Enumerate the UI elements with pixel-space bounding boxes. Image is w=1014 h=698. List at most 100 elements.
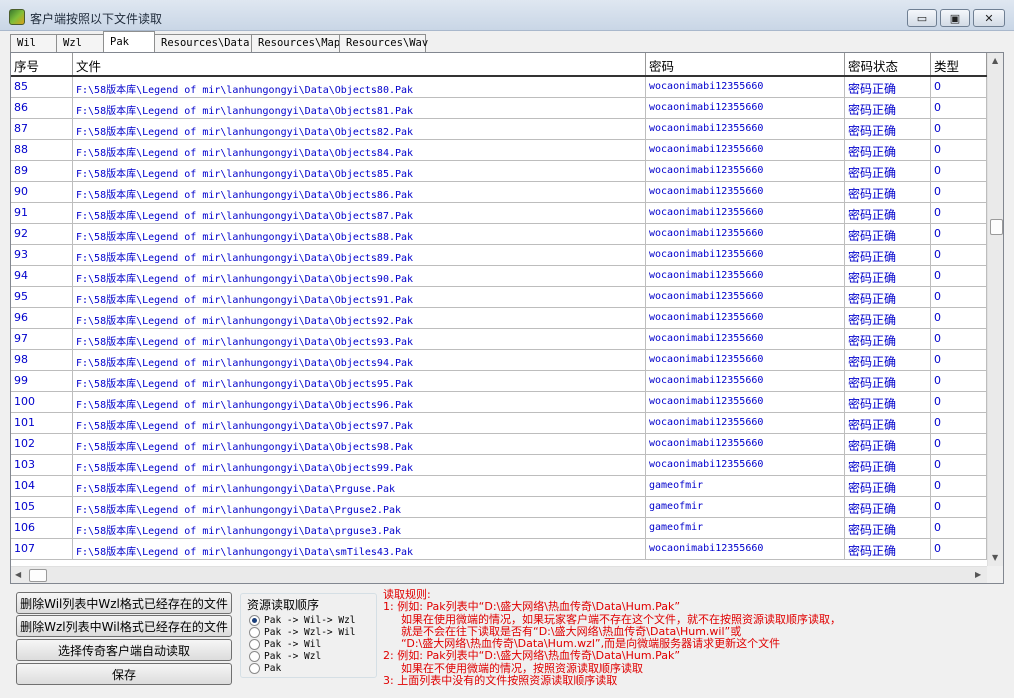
cell-index[interactable]: 106 bbox=[11, 518, 73, 538]
cell-file-path[interactable]: F:\58版本库\Legend of mir\lanhungongyi\Data… bbox=[73, 287, 646, 307]
cell-password-status[interactable]: 密码正确 bbox=[845, 182, 931, 202]
cell-password-status[interactable]: 密码正确 bbox=[845, 266, 931, 286]
table-row[interactable]: 87 F:\58版本库\Legend of mir\lanhungongyi\Da… bbox=[11, 119, 987, 140]
cell-type[interactable]: 0 bbox=[931, 98, 987, 118]
file-grid[interactable]: 序号 文件 密码 密码状态 类型 85 F:\58版本库\Legend of mi… bbox=[10, 52, 1004, 584]
table-row[interactable]: 91 F:\58版本库\Legend of mir\lanhungongyi\Da… bbox=[11, 203, 987, 224]
table-row[interactable]: 98 F:\58版本库\Legend of mir\lanhungongyi\Da… bbox=[11, 350, 987, 371]
table-row[interactable]: 105 F:\58版本库\Legend of mir\lanhungongyi\D… bbox=[11, 497, 987, 518]
cell-password[interactable]: wocaonimabi12355660 bbox=[646, 392, 845, 412]
cell-file-path[interactable]: F:\58版本库\Legend of mir\lanhungongyi\Data… bbox=[73, 77, 646, 97]
cell-index[interactable]: 105 bbox=[11, 497, 73, 517]
tab-wzl[interactable]: Wzl bbox=[56, 34, 104, 52]
cell-file-path[interactable]: F:\58版本库\Legend of mir\lanhungongyi\Data… bbox=[73, 182, 646, 202]
cell-index[interactable]: 94 bbox=[11, 266, 73, 286]
radio-icon[interactable] bbox=[249, 614, 260, 626]
cell-file-path[interactable]: F:\58版本库\Legend of mir\lanhungongyi\Data… bbox=[73, 329, 646, 349]
cell-type[interactable]: 0 bbox=[931, 434, 987, 454]
maximize-button[interactable]: ▣ bbox=[940, 9, 970, 27]
cell-password[interactable]: wocaonimabi12355660 bbox=[646, 224, 845, 244]
table-row[interactable]: 93 F:\58版本库\Legend of mir\lanhungongyi\Da… bbox=[11, 245, 987, 266]
cell-password[interactable]: gameofmir bbox=[646, 518, 845, 538]
cell-index[interactable]: 85 bbox=[11, 77, 73, 97]
table-row[interactable]: 85 F:\58版本库\Legend of mir\lanhungongyi\Da… bbox=[11, 77, 987, 98]
scroll-right-icon[interactable]: ▶ bbox=[975, 570, 981, 579]
cell-index[interactable]: 92 bbox=[11, 224, 73, 244]
cell-type[interactable]: 0 bbox=[931, 266, 987, 286]
cell-type[interactable]: 0 bbox=[931, 539, 987, 559]
cell-index[interactable]: 99 bbox=[11, 371, 73, 391]
cell-type[interactable]: 0 bbox=[931, 308, 987, 328]
table-row[interactable]: 89 F:\58版本库\Legend of mir\lanhungongyi\Da… bbox=[11, 161, 987, 182]
cell-password-status[interactable]: 密码正确 bbox=[845, 476, 931, 496]
close-button[interactable]: ✕ bbox=[973, 9, 1005, 27]
cell-index[interactable]: 98 bbox=[11, 350, 73, 370]
cell-password-status[interactable]: 密码正确 bbox=[845, 161, 931, 181]
cell-type[interactable]: 0 bbox=[931, 224, 987, 244]
cell-password-status[interactable]: 密码正确 bbox=[845, 203, 931, 223]
cell-password[interactable]: wocaonimabi12355660 bbox=[646, 203, 845, 223]
select-client-auto-read-button[interactable]: 选择传奇客户端自动读取 bbox=[16, 639, 232, 661]
cell-type[interactable]: 0 bbox=[931, 119, 987, 139]
cell-type[interactable]: 0 bbox=[931, 182, 987, 202]
cell-password-status[interactable]: 密码正确 bbox=[845, 518, 931, 538]
header-file[interactable]: 文件 bbox=[73, 53, 646, 75]
cell-index[interactable]: 102 bbox=[11, 434, 73, 454]
table-row[interactable]: 96 F:\58版本库\Legend of mir\lanhungongyi\Da… bbox=[11, 308, 987, 329]
table-row[interactable]: 90 F:\58版本库\Legend of mir\lanhungongyi\Da… bbox=[11, 182, 987, 203]
tab-wil[interactable]: Wil bbox=[10, 34, 57, 52]
cell-password-status[interactable]: 密码正确 bbox=[845, 539, 931, 559]
cell-index[interactable]: 100 bbox=[11, 392, 73, 412]
tab-resources-map[interactable]: Resources\Map bbox=[251, 34, 340, 52]
save-button[interactable]: 保存 bbox=[16, 663, 232, 685]
table-row[interactable]: 99 F:\58版本库\Legend of mir\lanhungongyi\Da… bbox=[11, 371, 987, 392]
cell-password[interactable]: wocaonimabi12355660 bbox=[646, 98, 845, 118]
read-order-option-2[interactable]: Pak -> Wzl-> Wil bbox=[249, 626, 356, 638]
cell-password[interactable]: wocaonimabi12355660 bbox=[646, 308, 845, 328]
table-row[interactable]: 104 F:\58版本库\Legend of mir\lanhungongyi\D… bbox=[11, 476, 987, 497]
header-password-status[interactable]: 密码状态 bbox=[845, 53, 931, 75]
radio-icon[interactable] bbox=[249, 662, 260, 674]
scroll-left-icon[interactable]: ◀ bbox=[15, 570, 21, 579]
read-order-option-3[interactable]: Pak -> Wil bbox=[249, 638, 321, 650]
cell-password[interactable]: wocaonimabi12355660 bbox=[646, 77, 845, 97]
cell-password[interactable]: wocaonimabi12355660 bbox=[646, 245, 845, 265]
tab-pak[interactable]: Pak bbox=[103, 31, 155, 52]
cell-password[interactable]: wocaonimabi12355660 bbox=[646, 287, 845, 307]
cell-file-path[interactable]: F:\58版本库\Legend of mir\lanhungongyi\Data… bbox=[73, 413, 646, 433]
cell-type[interactable]: 0 bbox=[931, 140, 987, 160]
delete-wzl-duplicates-button[interactable]: 删除Wzl列表中Wil格式已经存在的文件 bbox=[16, 615, 232, 637]
cell-file-path[interactable]: F:\58版本库\Legend of mir\lanhungongyi\Data… bbox=[73, 350, 646, 370]
header-index[interactable]: 序号 bbox=[11, 53, 73, 75]
cell-file-path[interactable]: F:\58版本库\Legend of mir\lanhungongyi\Data… bbox=[73, 161, 646, 181]
cell-file-path[interactable]: F:\58版本库\Legend of mir\lanhungongyi\Data… bbox=[73, 497, 646, 517]
cell-file-path[interactable]: F:\58版本库\Legend of mir\lanhungongyi\Data… bbox=[73, 392, 646, 412]
cell-file-path[interactable]: F:\58版本库\Legend of mir\lanhungongyi\Data… bbox=[73, 224, 646, 244]
cell-password[interactable]: wocaonimabi12355660 bbox=[646, 182, 845, 202]
cell-file-path[interactable]: F:\58版本库\Legend of mir\lanhungongyi\Data… bbox=[73, 518, 646, 538]
horizontal-scroll-thumb[interactable] bbox=[29, 569, 47, 582]
header-password[interactable]: 密码 bbox=[646, 53, 845, 75]
table-row[interactable]: 92 F:\58版本库\Legend of mir\lanhungongyi\Da… bbox=[11, 224, 987, 245]
cell-file-path[interactable]: F:\58版本库\Legend of mir\lanhungongyi\Data… bbox=[73, 371, 646, 391]
cell-index[interactable]: 101 bbox=[11, 413, 73, 433]
cell-password-status[interactable]: 密码正确 bbox=[845, 371, 931, 391]
cell-password[interactable]: wocaonimabi12355660 bbox=[646, 266, 845, 286]
table-row[interactable]: 94 F:\58版本库\Legend of mir\lanhungongyi\Da… bbox=[11, 266, 987, 287]
cell-type[interactable]: 0 bbox=[931, 518, 987, 538]
radio-icon[interactable] bbox=[249, 638, 260, 650]
cell-file-path[interactable]: F:\58版本库\Legend of mir\lanhungongyi\Data… bbox=[73, 539, 646, 559]
cell-index[interactable]: 95 bbox=[11, 287, 73, 307]
cell-password[interactable]: wocaonimabi12355660 bbox=[646, 140, 845, 160]
cell-type[interactable]: 0 bbox=[931, 245, 987, 265]
cell-index[interactable]: 87 bbox=[11, 119, 73, 139]
cell-password-status[interactable]: 密码正确 bbox=[845, 392, 931, 412]
cell-file-path[interactable]: F:\58版本库\Legend of mir\lanhungongyi\Data… bbox=[73, 98, 646, 118]
cell-password-status[interactable]: 密码正确 bbox=[845, 350, 931, 370]
table-row[interactable]: 95 F:\58版本库\Legend of mir\lanhungongyi\Da… bbox=[11, 287, 987, 308]
scroll-up-icon[interactable]: ▲ bbox=[992, 56, 998, 65]
cell-password-status[interactable]: 密码正确 bbox=[845, 455, 931, 475]
cell-index[interactable]: 90 bbox=[11, 182, 73, 202]
table-row[interactable]: 86 F:\58版本库\Legend of mir\lanhungongyi\Da… bbox=[11, 98, 987, 119]
table-row[interactable]: 106 F:\58版本库\Legend of mir\lanhungongyi\D… bbox=[11, 518, 987, 539]
